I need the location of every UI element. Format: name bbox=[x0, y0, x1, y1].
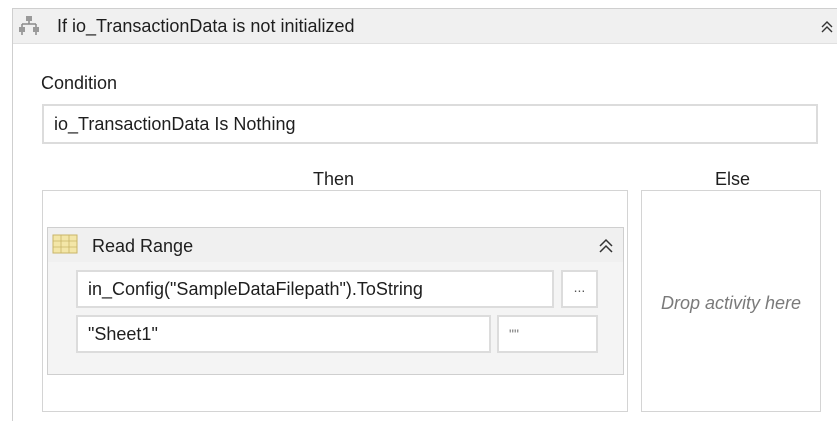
then-label: Then bbox=[313, 169, 355, 189]
else-label: Else bbox=[715, 169, 751, 189]
else-branch-container[interactable]: Drop activity here bbox=[641, 190, 821, 412]
read-range-properties: in_Config("SampleDataFilepath").ToString… bbox=[48, 262, 623, 374]
if-branch-icon bbox=[18, 15, 40, 37]
condition-label: Condition bbox=[41, 73, 118, 93]
read-range-activity[interactable]: Read Range in_Config("SampleDataFilepath… bbox=[47, 227, 624, 375]
chevron-double-up-icon[interactable] bbox=[819, 19, 835, 35]
drop-activity-hint: Drop activity here bbox=[660, 293, 802, 313]
sheet-name-input[interactable]: "Sheet1" bbox=[76, 315, 491, 353]
workbook-path-input[interactable]: in_Config("SampleDataFilepath").ToString bbox=[76, 270, 554, 308]
range-input[interactable]: "" bbox=[497, 315, 598, 353]
if-activity-title[interactable]: If io_TransactionData is not initialized bbox=[57, 16, 354, 36]
then-branch-container[interactable]: Read Range in_Config("SampleDataFilepath… bbox=[42, 190, 628, 412]
read-range-title[interactable]: Read Range bbox=[92, 236, 193, 256]
chevron-double-up-icon[interactable] bbox=[597, 237, 615, 255]
browse-button[interactable]: ... bbox=[561, 270, 598, 308]
read-range-header[interactable]: Read Range bbox=[48, 228, 623, 262]
excel-read-range-icon bbox=[52, 234, 78, 254]
if-activity[interactable]: If io_TransactionData is not initialized… bbox=[12, 8, 837, 421]
if-activity-header[interactable]: If io_TransactionData is not initialized bbox=[13, 9, 837, 44]
condition-input[interactable]: io_TransactionData Is Nothing bbox=[42, 104, 818, 144]
workflow-designer-canvas: If io_TransactionData is not initialized… bbox=[0, 0, 837, 421]
